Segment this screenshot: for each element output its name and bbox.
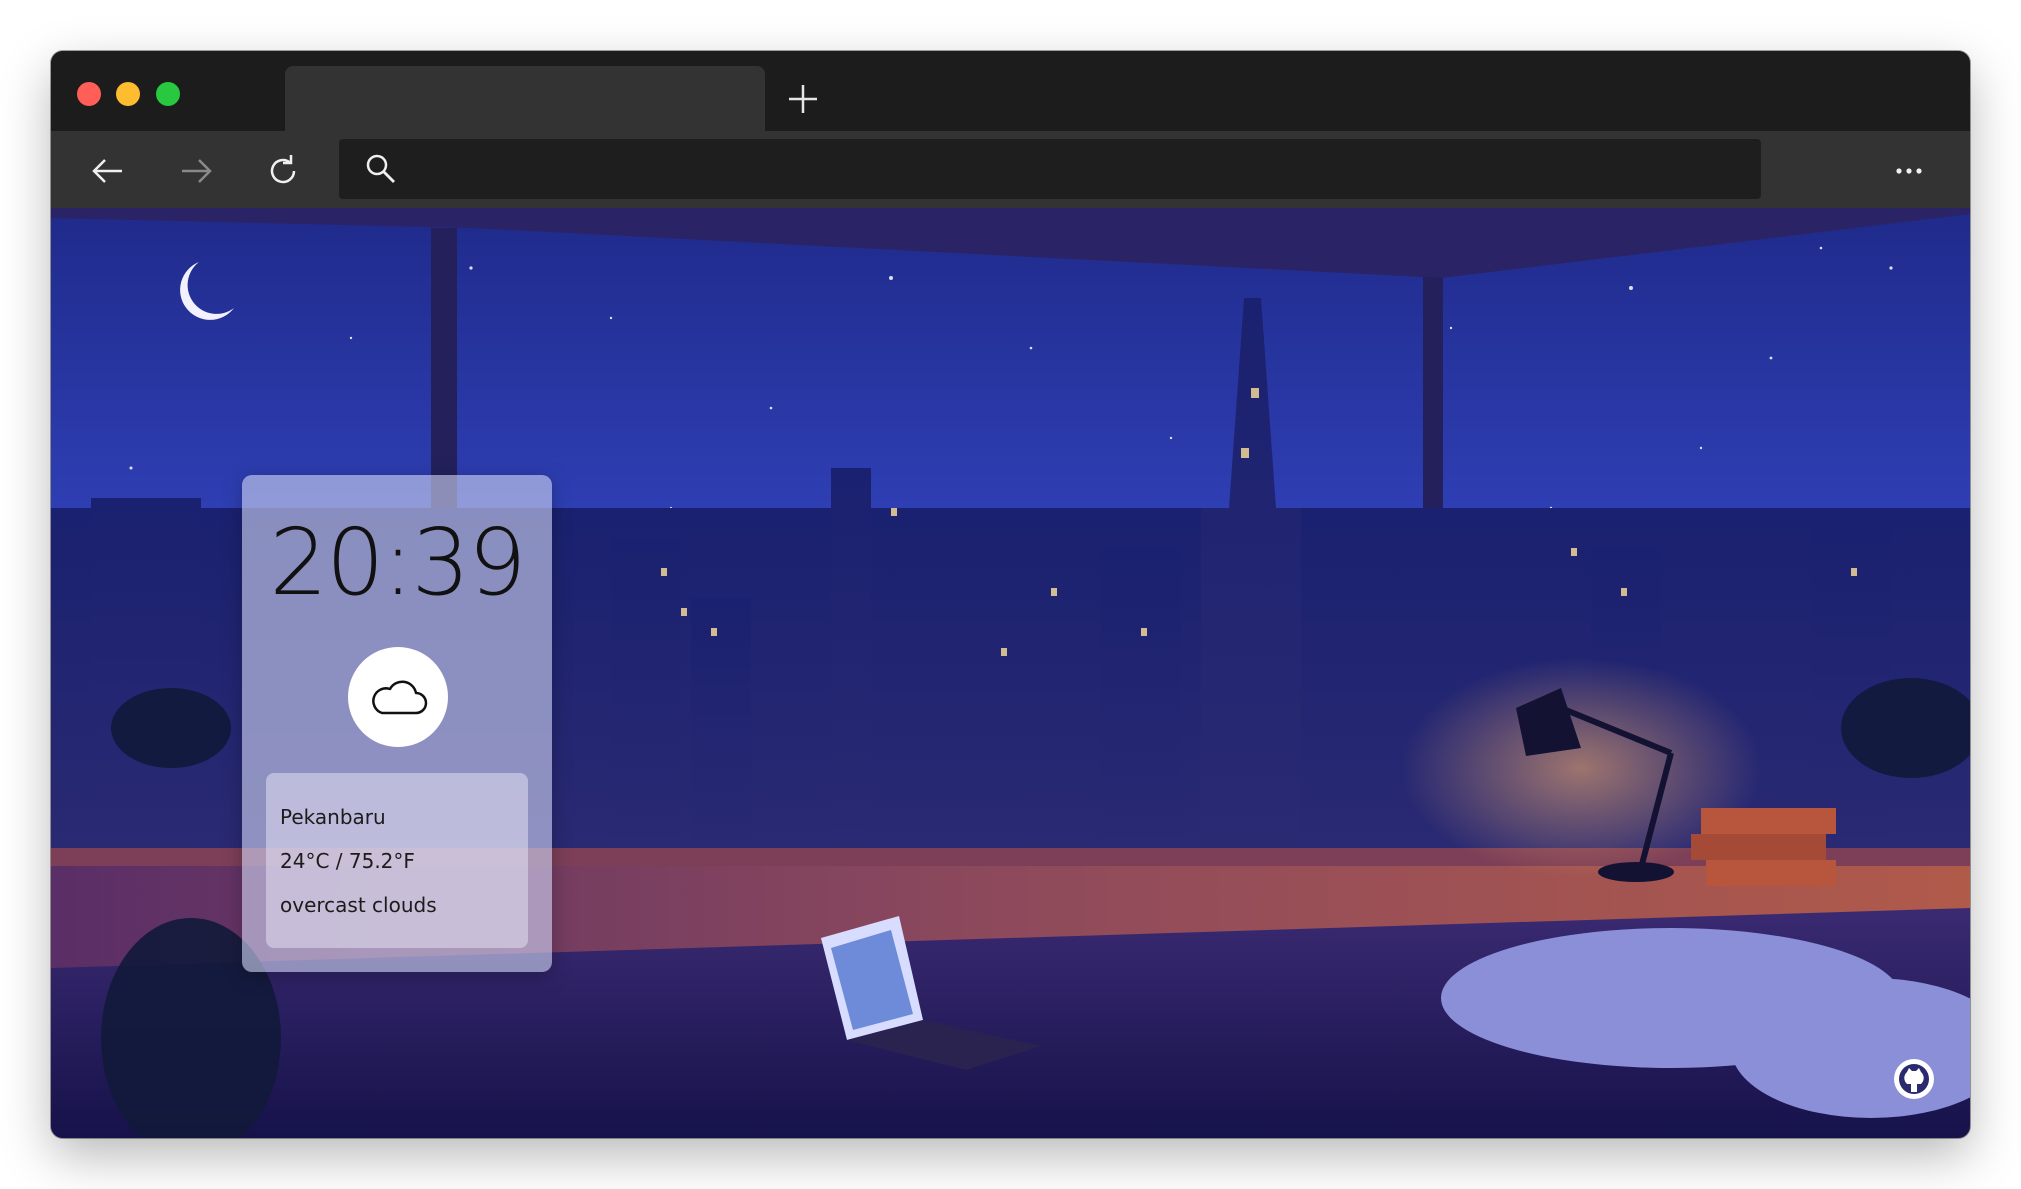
browser-tab[interactable] bbox=[285, 66, 765, 131]
github-link[interactable] bbox=[1892, 1057, 1936, 1101]
title-bar bbox=[51, 51, 1970, 131]
github-icon bbox=[1894, 1059, 1934, 1099]
close-window-button[interactable] bbox=[77, 82, 101, 106]
more-horizontal-icon bbox=[1896, 168, 1922, 174]
maximize-window-button[interactable] bbox=[156, 82, 180, 106]
clock-time: 20:39 bbox=[269, 509, 526, 616]
browser-menu-button[interactable] bbox=[1887, 149, 1931, 193]
arrow-right-icon bbox=[182, 159, 212, 183]
address-bar[interactable] bbox=[339, 139, 1761, 199]
temperature: 24°C / 75.2°F bbox=[280, 849, 415, 873]
minimize-window-button[interactable] bbox=[116, 82, 140, 106]
forward-button[interactable] bbox=[174, 149, 218, 193]
city-name: Pekanbaru bbox=[280, 805, 386, 829]
reload-icon bbox=[270, 155, 296, 184]
plus-icon bbox=[789, 85, 817, 113]
browser-toolbar bbox=[51, 131, 1970, 208]
new-tab-button[interactable] bbox=[783, 79, 823, 119]
cloud-icon bbox=[372, 680, 428, 715]
weather-clock-widget: 20:39 Pekanbaru 24°C / 75.2°F overcast c… bbox=[242, 475, 552, 972]
back-button[interactable] bbox=[86, 149, 130, 193]
arrow-left-icon bbox=[92, 159, 122, 183]
reload-button[interactable] bbox=[261, 149, 305, 193]
weather-icon-badge bbox=[348, 647, 448, 747]
weather-condition: overcast clouds bbox=[280, 893, 437, 917]
page-viewport: 20:39 Pekanbaru 24°C / 75.2°F overcast c… bbox=[51, 208, 1970, 1138]
weather-info-panel: Pekanbaru 24°C / 75.2°F overcast clouds bbox=[266, 773, 528, 948]
search-icon bbox=[366, 154, 395, 183]
browser-window: 20:39 Pekanbaru 24°C / 75.2°F overcast c… bbox=[51, 51, 1970, 1138]
